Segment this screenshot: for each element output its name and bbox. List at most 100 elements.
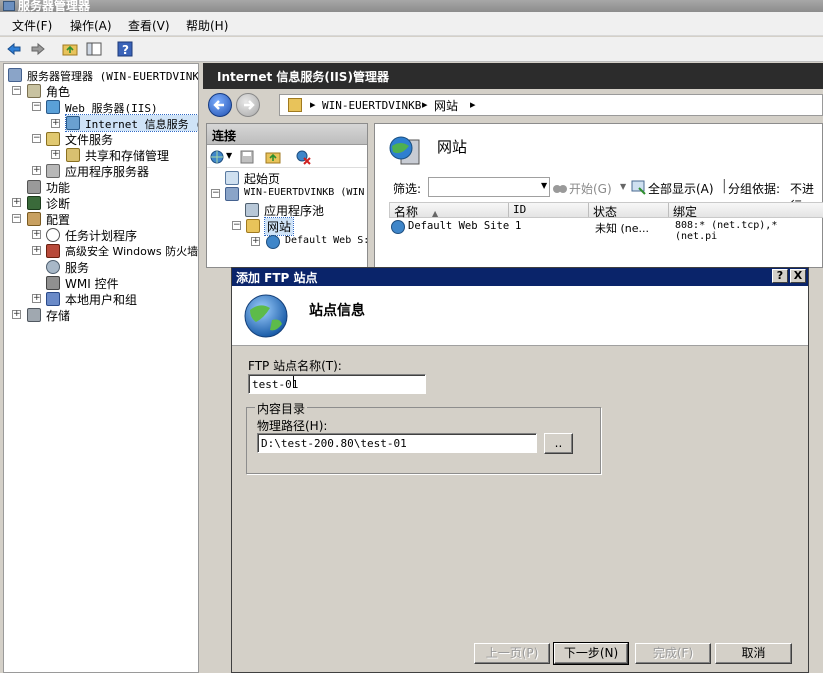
tree-node-label: 文件服务 — [65, 133, 114, 147]
server-icon — [225, 187, 239, 201]
server-manager-icon — [8, 68, 22, 82]
menu-action[interactable]: 操作(A) — [70, 17, 112, 34]
conn-tree-default-web-site[interactable]: + Default Web S: — [247, 234, 369, 250]
expand-icon[interactable]: + — [32, 294, 41, 303]
tree-node-features[interactable]: 功能 — [8, 179, 198, 195]
tree-node-label: 诊断 — [46, 197, 71, 211]
dialog-help-button[interactable]: ? — [772, 269, 788, 283]
web-server-icon — [46, 100, 60, 114]
add-ftp-site-dialog: 添加 FTP 站点 ? X 站点信息 FTP 站点名称(T): 内容目录 物理路… — [231, 267, 809, 673]
tree-node-users-groups[interactable]: + 本地用户和组 — [8, 291, 198, 307]
site-name-input[interactable] — [248, 374, 426, 394]
window-title-bar: 服务器管理器 — [0, 0, 823, 13]
back-icon[interactable] — [6, 41, 22, 57]
dropdown-arrow-icon[interactable]: ▼ — [226, 151, 232, 160]
prev-button[interactable]: 上一页(P) — [474, 643, 550, 664]
up-folder-icon[interactable] — [62, 41, 78, 57]
tree-node-server-manager[interactable]: 服务器管理器 (WIN-EUERTDVINK — [8, 67, 198, 83]
conn-tree-app-pools[interactable]: 应用程序池 — [229, 202, 367, 218]
tree-node-web-server[interactable]: − Web 服务器(IIS) — [8, 99, 198, 115]
col-name[interactable]: 名称 ▲ — [390, 203, 509, 219]
col-id[interactable]: ID — [509, 203, 589, 217]
site-globe-icon — [266, 235, 280, 249]
nav-back-icon[interactable] — [208, 93, 232, 117]
expand-icon[interactable]: + — [51, 150, 60, 159]
tree-node-label: 存储 — [46, 309, 71, 323]
forward-icon[interactable] — [30, 41, 46, 57]
filter-input[interactable] — [428, 177, 550, 197]
nav-forward-icon[interactable] — [236, 93, 260, 117]
conn-tree-server[interactable]: − WIN-EUERTDVINKB (WIN — [211, 186, 367, 202]
tree-node-label: 共享和存储管理 — [85, 149, 170, 163]
tree-node-diagnostics[interactable]: + 诊断 — [8, 195, 198, 211]
breadcrumb-separator-icon: ▸ — [470, 98, 476, 111]
tree-node-task-scheduler[interactable]: + 任务计划程序 — [8, 227, 198, 243]
menu-file[interactable]: 文件(F) — [12, 17, 52, 34]
roles-icon — [27, 84, 41, 98]
expand-icon[interactable]: + — [32, 166, 41, 175]
conn-tree-start-page[interactable]: 起始页 — [217, 170, 367, 186]
col-status[interactable]: 状态 — [589, 203, 669, 219]
sites-folder-icon — [288, 98, 302, 112]
collapse-icon[interactable]: − — [211, 189, 220, 198]
save-icon[interactable] — [239, 149, 255, 165]
up-level-icon[interactable] — [265, 149, 281, 165]
collapse-icon[interactable]: − — [12, 214, 21, 223]
show-all-button[interactable]: 全部显示(A) — [648, 180, 714, 197]
expand-icon[interactable]: + — [12, 198, 21, 207]
expand-icon[interactable]: + — [251, 237, 260, 246]
breadcrumb-server[interactable]: WIN-EUERTDVINKB — [322, 99, 421, 112]
tree-node-iis[interactable]: Internet 信息服务 ( — [65, 114, 198, 132]
filter-dropdown-icon[interactable]: ▼ — [541, 181, 547, 190]
browse-button[interactable]: .. — [544, 433, 573, 454]
cancel-button[interactable]: 取消 — [715, 643, 792, 664]
col-binding[interactable]: 绑定 — [669, 203, 823, 219]
table-row[interactable]: Default Web Site 1 未知 (ne... 808:* (net.… — [389, 219, 823, 242]
iis-icon — [66, 116, 80, 130]
start-button[interactable]: 开始(G) — [569, 180, 612, 197]
dialog-close-button[interactable]: X — [790, 269, 806, 283]
tree-node-storage[interactable]: + 存储 — [8, 307, 198, 323]
expand-icon[interactable]: + — [12, 310, 21, 319]
connections-title: 连接 — [212, 129, 237, 143]
address-bar[interactable]: ▸ WIN-EUERTDVINKB ▸ 网站 ▸ — [279, 94, 823, 116]
conn-tree-sites[interactable]: − 网站 — [229, 217, 367, 236]
tree-node-label: 服务 — [65, 261, 90, 275]
config-icon — [27, 212, 41, 226]
tree-node-file-services[interactable]: − 文件服务 — [8, 131, 198, 147]
menu-bar: 文件(F) 操作(A) 查看(V) 帮助(H) — [0, 12, 823, 36]
finish-button[interactable]: 完成(F) — [635, 643, 711, 664]
breadcrumb-sites[interactable]: 网站 — [434, 97, 458, 114]
expand-icon[interactable]: + — [32, 230, 41, 239]
site-globe-icon — [391, 220, 405, 234]
expand-icon[interactable]: + — [32, 246, 41, 255]
tree-node-services[interactable]: 服务 — [8, 259, 198, 275]
tree-node-app-server[interactable]: + 应用程序服务器 — [8, 163, 198, 179]
tree-node-config[interactable]: − 配置 — [8, 211, 198, 227]
collapse-icon[interactable]: − — [32, 134, 41, 143]
physical-path-label: 物理路径(H): — [257, 419, 328, 433]
tree-node-roles[interactable]: − 角色 — [8, 83, 198, 99]
menu-help[interactable]: 帮助(H) — [186, 17, 228, 34]
tree-node-wmi[interactable]: WMI 控件 — [8, 275, 198, 291]
collapse-icon[interactable]: − — [232, 221, 241, 230]
connect-globe-icon[interactable] — [209, 149, 225, 165]
connections-toolbar: ▼ — [207, 146, 367, 168]
physical-path-input[interactable] — [257, 433, 537, 453]
show-hide-console-tree-icon[interactable] — [86, 41, 102, 57]
next-button[interactable]: 下一步(N) — [553, 642, 629, 665]
tree-node-firewall[interactable]: + 高级安全 Windows 防火墙 — [8, 243, 198, 259]
tree-node-label: Web 服务器(IIS) — [65, 102, 158, 115]
start-dropdown-icon[interactable]: ▼ — [620, 182, 626, 191]
help-icon[interactable]: ? — [117, 41, 133, 57]
dialog-header: 站点信息 — [232, 286, 808, 346]
connections-panel: 连接 ▼ 起始页 − WIN-EUERTDVINKB (WIN 应用程序池 − … — [206, 123, 369, 268]
expand-icon[interactable]: + — [51, 119, 60, 128]
collapse-icon[interactable]: − — [12, 86, 21, 95]
disconnect-icon[interactable] — [295, 149, 311, 165]
start-page-icon — [225, 171, 239, 185]
tree-node-share-storage[interactable]: + 共享和存储管理 — [8, 147, 198, 163]
menu-view[interactable]: 查看(V) — [128, 17, 170, 34]
conn-tree-label: WIN-EUERTDVINKB (WIN — [244, 187, 365, 198]
collapse-icon[interactable]: − — [32, 102, 41, 111]
